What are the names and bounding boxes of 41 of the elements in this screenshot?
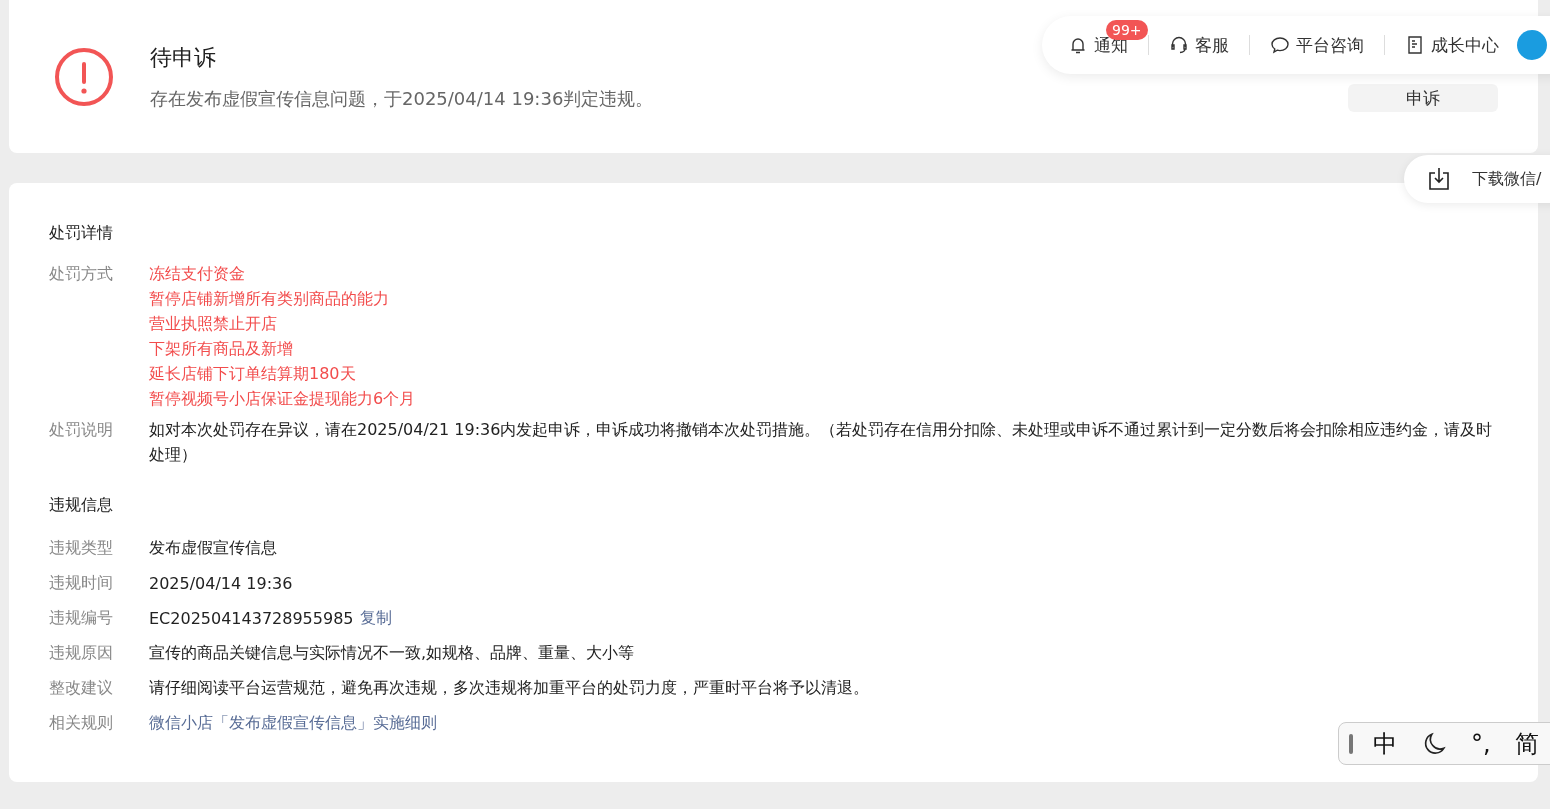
field-value: 请仔细阅读平台运营规范，避免再次违规，多次违规将加重平台的处罚力度，严重时平台将予以清退。 bbox=[149, 678, 869, 699]
rule-link[interactable]: 微信小店「发布虚假宣传信息」实施细则 bbox=[149, 713, 437, 734]
penalty-item: 延长店铺下订单结算期180天 bbox=[149, 363, 357, 385]
field-label: 违规时间 bbox=[49, 573, 114, 594]
download-button[interactable]: 下载微信/ bbox=[1404, 155, 1550, 203]
field-value: EC202504143728955985 bbox=[149, 609, 354, 628]
drag-handle[interactable] bbox=[1349, 733, 1353, 754]
status-title: 待申诉 bbox=[150, 43, 216, 72]
language-toggle[interactable]: 中 bbox=[1373, 727, 1397, 760]
document-icon bbox=[1405, 35, 1425, 55]
toolbar-link[interactable]: 客服 bbox=[1169, 33, 1229, 57]
chat-icon bbox=[1270, 35, 1290, 55]
status-description: 存在发布虚假宣传信息问题，于2025/04/14 19:36判定违规。 bbox=[150, 86, 654, 111]
toolbar-link[interactable]: 平台咨询 bbox=[1270, 33, 1364, 57]
field-label: 处罚说明 bbox=[49, 419, 114, 441]
field-value: 宣传的商品关键信息与实际情况不一致,如规格、品牌、重量、大小等 bbox=[149, 643, 635, 664]
penalty-item: 下架所有商品及新增 bbox=[149, 338, 294, 360]
penalty-item: 暂停店铺新增所有类别商品的能力 bbox=[149, 288, 390, 310]
field-label: 违规类型 bbox=[49, 538, 114, 559]
penalty-note: 如对本次处罚存在异议，请在2025/04/21 19:36内发起申诉，申诉成功将撤销本次处罚措施。（若处罚存在信用分扣除、未处理或申诉不通过累计到一定分数后将会扣除相应违约金，请及时处理） bbox=[149, 419, 1494, 466]
field-label: 违规编号 bbox=[49, 608, 114, 629]
penalty-item: 冻结支付资金 bbox=[149, 263, 246, 285]
toolbar-link[interactable]: 成长中心 bbox=[1405, 33, 1499, 57]
field-label: 整改建议 bbox=[49, 678, 114, 699]
section-title: 处罚详情 bbox=[49, 223, 114, 244]
avatar-icon[interactable] bbox=[1517, 30, 1547, 60]
penalty-item: 营业执照禁止开店 bbox=[149, 313, 278, 335]
field-value: 发布虚假宣传信息 bbox=[149, 538, 277, 559]
field-label: 相关规则 bbox=[49, 713, 114, 734]
download-icon bbox=[1428, 167, 1450, 191]
field-label: 违规原因 bbox=[49, 643, 114, 664]
section-title: 违规信息 bbox=[49, 495, 114, 516]
penalty-item: 暂停视频号小店保证金提现能力6个月 bbox=[149, 388, 416, 410]
headset-icon bbox=[1169, 35, 1189, 55]
script-toggle[interactable]: 简 bbox=[1514, 727, 1539, 760]
warning-icon bbox=[54, 46, 114, 107]
field-value: 2025/04/14 19:36 bbox=[149, 574, 293, 593]
appeal-button[interactable]: 申诉 bbox=[1348, 83, 1498, 112]
field-label: 处罚方式 bbox=[49, 263, 114, 285]
copy-link[interactable]: 复制 bbox=[359, 608, 392, 629]
punctuation-toggle[interactable]: °, bbox=[1471, 729, 1491, 758]
